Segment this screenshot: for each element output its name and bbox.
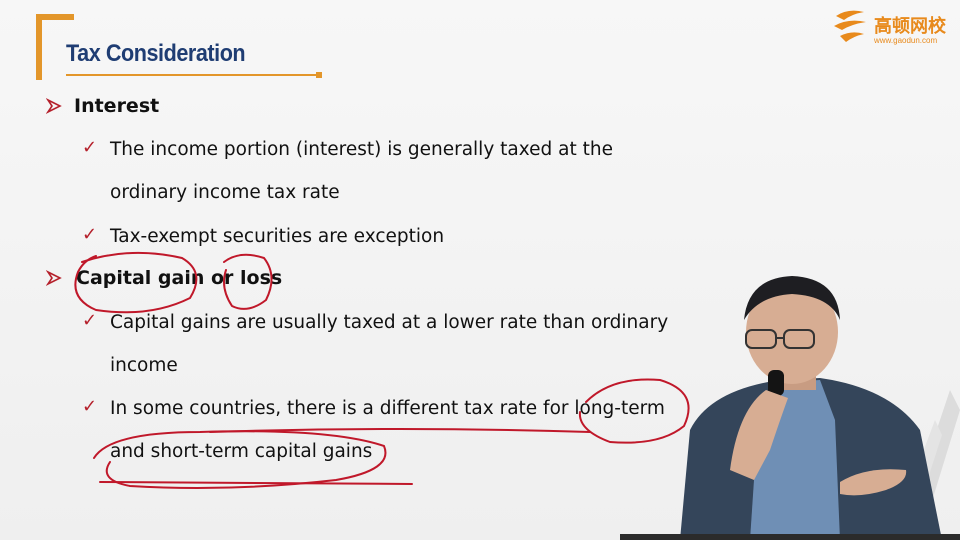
bullet-capital-gain: Capital gain or loss xyxy=(76,267,283,289)
video-bottom-bar xyxy=(620,534,960,540)
checkmark-icon: ✓ xyxy=(82,224,98,245)
checkmark-icon: ✓ xyxy=(82,137,98,158)
checkmark-icon: ✓ xyxy=(82,396,98,417)
sub-bullet-text: In some countries, there is a different … xyxy=(110,398,665,419)
sub-bullet-text: Tax-exempt securities are exception xyxy=(110,226,445,247)
title-underline xyxy=(66,74,320,76)
sub-bullet-text: and short-term capital gains xyxy=(110,441,373,462)
slide-title: Tax Consideration xyxy=(66,40,246,67)
lecture-slide: Tax Consideration 高顿网校 www.gaodun.com In… xyxy=(0,0,960,540)
logo-name: 高顿网校 xyxy=(874,16,946,37)
presenter-figure xyxy=(680,276,942,540)
gaodun-logo: 高顿网校 www.gaodun.com xyxy=(830,6,955,46)
gaodun-logo-icon xyxy=(834,10,866,42)
title-underline-dot xyxy=(316,72,322,78)
title-bracket-horizontal xyxy=(36,14,74,20)
bullet-interest: Interest xyxy=(74,95,160,117)
arrow-bullet-icon xyxy=(46,98,62,114)
sub-bullet-text: ordinary income tax rate xyxy=(110,182,340,203)
arrow-bullet-icon xyxy=(46,270,62,286)
title-bracket-vertical xyxy=(36,14,42,80)
sub-bullet-text: income xyxy=(110,355,178,376)
logo-url: www.gaodun.com xyxy=(874,36,938,45)
sub-bullet-text: Capital gains are usually taxed at a low… xyxy=(110,312,669,333)
sub-bullet-text: The income portion (interest) is general… xyxy=(110,139,613,160)
checkmark-icon: ✓ xyxy=(82,310,98,331)
